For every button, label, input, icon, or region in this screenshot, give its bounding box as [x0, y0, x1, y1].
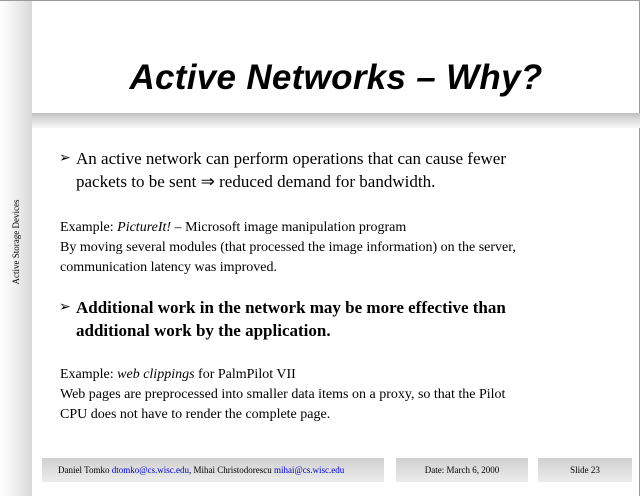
- top-border: [0, 0, 640, 1]
- example-1-line-3: communication latency was improved.: [60, 260, 277, 275]
- example-2-line-2: Web pages are preprocessed into smaller …: [60, 387, 506, 402]
- footer-author-2: , Mihai Christodorescu: [188, 465, 274, 475]
- example-1-line-2: By moving several modules (that processe…: [60, 240, 516, 255]
- bullet-1-line-2: packets to be sent ⇒ reduced demand for …: [76, 172, 436, 191]
- example-1-prefix: Example:: [60, 220, 118, 235]
- example-2-suffix: for PalmPilot VII: [194, 367, 296, 382]
- example-2-line-1: Example: web clippings for PalmPilot VII: [60, 365, 505, 385]
- footer-email-2[interactable]: mihai@cs.wisc.edu: [274, 465, 344, 475]
- footer-author-1: Daniel Tomko: [58, 465, 112, 475]
- footer-email-1[interactable]: dtomko@cs.wisc.edu: [112, 465, 189, 475]
- bullet-2-line-1: Additional work in the network may be mo…: [76, 298, 506, 317]
- bullet-2: ➢ Additional work in the network may be …: [59, 296, 506, 342]
- bullet-1-line-1: An active network can perform operations…: [76, 149, 506, 168]
- example-2: Example: web clippings for PalmPilot VII…: [60, 365, 505, 425]
- footer-date: Date: March 6, 2000: [396, 458, 528, 482]
- example-1-italic: PictureIt!: [117, 220, 172, 235]
- example-2-line-3: CPU does not have to render the complete…: [60, 407, 331, 422]
- bullet-arrow-icon: ➢: [59, 299, 71, 315]
- example-1-suffix: – Microsoft image manipulation program: [171, 220, 407, 235]
- example-2-italic: web clippings: [117, 367, 195, 382]
- example-1: Example: PictureIt! – Microsoft image ma…: [60, 218, 516, 278]
- bullet-2-line-2: additional work by the application.: [76, 321, 331, 340]
- slide-title: Active Networks – Why?: [129, 58, 543, 97]
- bullet-arrow-icon: ➢: [59, 150, 71, 166]
- title-underline-band: [32, 113, 640, 128]
- footer-slide-number: Slide 23: [538, 458, 632, 482]
- footer-authors: Daniel Tomko dtomko@cs.wisc.edu, Mihai C…: [42, 458, 384, 482]
- bullet-1: ➢ An active network can perform operatio…: [59, 147, 506, 193]
- sidebar-label: Active Storage Devices: [11, 199, 21, 285]
- example-2-prefix: Example:: [60, 367, 118, 382]
- example-1-line-1: Example: PictureIt! – Microsoft image ma…: [60, 218, 516, 238]
